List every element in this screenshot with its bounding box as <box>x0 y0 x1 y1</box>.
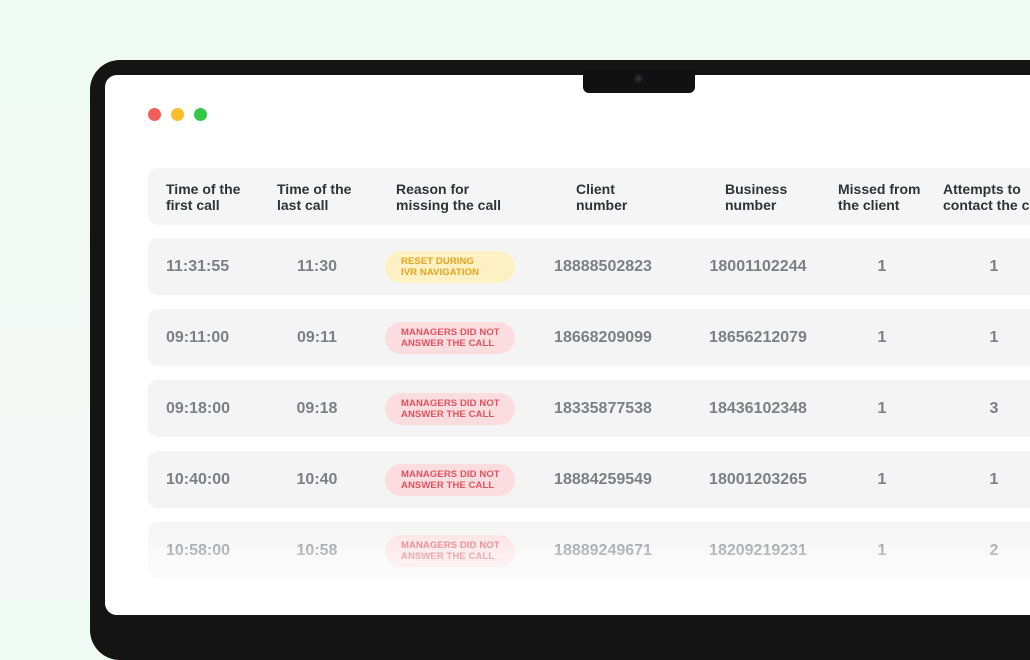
reason-badge: MANAGERS DID NOT ANSWER THE CALL <box>385 464 515 496</box>
attempts-count: 1 <box>989 329 999 346</box>
minimize-window-button[interactable] <box>171 108 184 121</box>
business-number: 18656212079 <box>709 329 807 346</box>
last-call-time: 10:58 <box>296 542 338 559</box>
column-header-business-number[interactable]: Business number <box>725 181 787 213</box>
attempts-count: 1 <box>989 471 999 488</box>
table-row[interactable]: 10:40:00 10:40 18884259549 18001203265 1 1 MAN… <box>148 451 1030 508</box>
client-number: 18888502823 <box>554 258 652 275</box>
business-number: 18209219231 <box>709 542 807 559</box>
column-header-reason[interactable]: Reason for missing the call <box>396 181 501 213</box>
missed-count: 1 <box>877 400 887 417</box>
client-number: 18335877538 <box>554 400 652 417</box>
missed-count: 1 <box>877 258 887 275</box>
reason-badge: MANAGERS DID NOT ANSWER THE CALL <box>385 322 515 354</box>
table-row[interactable]: 11:31:55 11:30 18888502823 18001102244 1 1 RES… <box>148 238 1030 295</box>
missed-count: 1 <box>877 542 887 559</box>
missed-count: 1 <box>877 471 887 488</box>
client-number: 18889249671 <box>554 542 652 559</box>
last-call-time: 09:11 <box>296 329 338 346</box>
missed-count: 1 <box>877 329 887 346</box>
column-header-missed[interactable]: Missed from the client <box>838 181 920 213</box>
camera-icon <box>634 74 643 83</box>
close-window-button[interactable] <box>148 108 161 121</box>
last-call-time: 10:40 <box>296 471 338 488</box>
business-number: 18001203265 <box>709 471 807 488</box>
maximize-window-button[interactable] <box>194 108 207 121</box>
business-number: 18436102348 <box>709 400 807 417</box>
attempts-count: 2 <box>989 542 999 559</box>
attempts-count: 3 <box>989 400 999 417</box>
attempts-count: 1 <box>989 258 999 275</box>
last-call-time: 09:18 <box>296 400 338 417</box>
column-header-attempts[interactable]: Attempts to contact the client <box>943 181 1030 213</box>
client-number: 18884259549 <box>554 471 652 488</box>
reason-badge: RESET DURING IVR NAVIGATION <box>385 251 515 283</box>
table-row[interactable]: 10:58:00 10:58 18889249671 18209219231 1 2 MAN… <box>148 522 1030 579</box>
table-row[interactable]: 09:11:00 09:11 18668209099 18656212079 1 1 MAN… <box>148 309 1030 366</box>
table-row[interactable]: 09:18:00 09:18 18335877538 18436102348 1 3 MAN… <box>148 380 1030 437</box>
table-header: Time of the first call Time of the last … <box>148 168 1030 225</box>
app-window: Time of the first call Time of the last … <box>105 75 1030 615</box>
business-number: 18001102244 <box>709 258 807 275</box>
column-header-last-call[interactable]: Time of the last call <box>277 181 351 213</box>
reason-badge: MANAGERS DID NOT ANSWER THE CALL <box>385 393 515 425</box>
last-call-time: 11:30 <box>296 258 338 275</box>
reason-badge: MANAGERS DID NOT ANSWER THE CALL <box>385 535 515 567</box>
column-header-client-number[interactable]: Client number <box>576 181 627 213</box>
camera-notch <box>583 70 695 93</box>
client-number: 18668209099 <box>554 329 652 346</box>
column-header-first-call[interactable]: Time of the first call <box>166 181 240 213</box>
